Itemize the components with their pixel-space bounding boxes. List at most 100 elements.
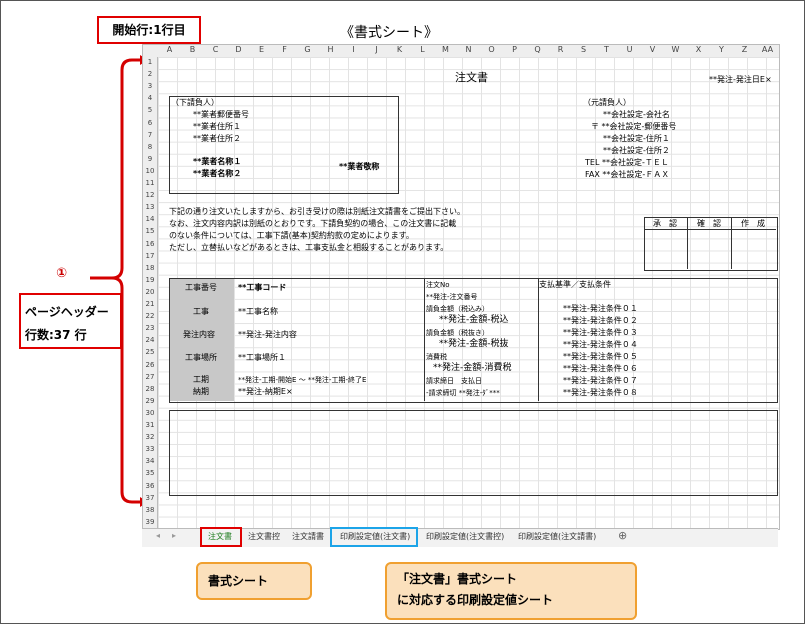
tab-order-receipt[interactable]: 注文請書 — [292, 531, 324, 542]
column-label[interactable]: C — [204, 45, 227, 54]
column-label[interactable]: X — [687, 45, 710, 54]
row-label[interactable]: 6 — [143, 119, 157, 127]
row-label[interactable]: 29 — [143, 397, 157, 405]
tab-scroll-right-icon[interactable]: ▸ — [172, 531, 176, 540]
callout2-line1: 「注文書」書式シート — [397, 572, 518, 586]
row-label[interactable]: 32 — [143, 433, 157, 441]
row-label[interactable]: 3 — [143, 82, 157, 90]
sub-name: **業者名称２ — [193, 169, 242, 178]
column-label[interactable]: V — [641, 45, 664, 54]
main-line: **会社設定-住所２ — [603, 146, 670, 155]
row-label[interactable]: 17 — [143, 252, 157, 260]
row-label[interactable]: 34 — [143, 457, 157, 465]
column-label[interactable]: A — [158, 45, 181, 54]
column-label[interactable]: AA — [756, 45, 779, 54]
sub-honorific: **業者敬称 — [339, 162, 380, 171]
column-label[interactable]: W — [664, 45, 687, 54]
add-sheet-icon[interactable]: ⊕ — [618, 529, 627, 542]
column-label[interactable]: O — [480, 45, 503, 54]
row-label[interactable]: 23 — [143, 324, 157, 332]
row-label[interactable]: 25 — [143, 348, 157, 356]
message-line: ただし、立替払いなどがあるときは、工事支払金と相殺することがあります。 — [169, 243, 449, 252]
column-label[interactable]: K — [388, 45, 411, 54]
row-label[interactable]: 27 — [143, 373, 157, 381]
column-label[interactable]: U — [618, 45, 641, 54]
row-header: 1 2 3 4 5 6 7 8 9 10 11 12 13 14 15 16 17 18 19 20 21 22 23 24 2… — [143, 57, 158, 529]
column-label[interactable]: H — [319, 45, 342, 54]
column-label[interactable]: M — [434, 45, 457, 54]
sub-label: （下請負人） — [171, 98, 219, 107]
column-label[interactable]: I — [342, 45, 365, 54]
message-line: 下記の通り注文いたしますから、お引き受けの際は別紙注文請書をご提出下さい。 — [169, 207, 465, 216]
tab-print-settings-copy[interactable]: 印刷設定値(注文書控) — [426, 531, 504, 542]
column-label[interactable]: N — [457, 45, 480, 54]
pay-line: **発注-発注条件０７ — [563, 376, 638, 385]
column-label[interactable]: S — [572, 45, 595, 54]
pay-line: **発注-発注条件０８ — [563, 388, 638, 397]
row-label[interactable]: 19 — [143, 276, 157, 284]
order-value: **工事名称 — [238, 307, 278, 316]
mid-value: **発注-金額-税抜 — [439, 339, 509, 349]
row-label[interactable]: 28 — [143, 385, 157, 393]
row-label[interactable]: 1 — [143, 58, 157, 66]
row-label[interactable]: 8 — [143, 143, 157, 151]
row-label[interactable]: 5 — [143, 106, 157, 114]
row-label[interactable]: 31 — [143, 421, 157, 429]
row-label[interactable]: 14 — [143, 215, 157, 223]
column-label[interactable]: P — [503, 45, 526, 54]
pay-line: **発注-発注条件０１ — [563, 304, 638, 313]
row-label[interactable]: 20 — [143, 288, 157, 296]
column-label[interactable]: Z — [733, 45, 756, 54]
column-label[interactable]: B — [181, 45, 204, 54]
order-label: 工事場所 — [185, 353, 217, 362]
column-label[interactable]: G — [296, 45, 319, 54]
column-label[interactable]: Q — [526, 45, 549, 54]
row-label[interactable]: 37 — [143, 494, 157, 502]
row-label[interactable]: 33 — [143, 445, 157, 453]
message-line: のない条件については、工事下請(基本)契約約款の定めによります。 — [169, 231, 414, 240]
column-label[interactable]: D — [227, 45, 250, 54]
callout2-line2: に対応する印刷設定値シート — [397, 593, 554, 607]
highlight-order-tab — [200, 527, 242, 547]
row-label[interactable]: 18 — [143, 264, 157, 272]
column-label[interactable]: L — [411, 45, 434, 54]
row-label[interactable]: 16 — [143, 240, 157, 248]
row-label[interactable]: 26 — [143, 361, 157, 369]
row-label[interactable]: 36 — [143, 482, 157, 490]
mid-value: -請求締切 **発注-ﾀﾞ*** — [426, 389, 500, 397]
row-label[interactable]: 7 — [143, 131, 157, 139]
row-label[interactable]: 22 — [143, 312, 157, 320]
row-label[interactable]: 15 — [143, 227, 157, 235]
column-label[interactable]: T — [595, 45, 618, 54]
spreadsheet: A B C D E F G H I J K L M N O P Q R S T U V W X Y Z AA 1 2 3 4 5 6 7 8 9 10… — [142, 44, 780, 530]
tab-scroll-left-icon[interactable]: ◂ — [156, 531, 160, 540]
row-label[interactable]: 10 — [143, 167, 157, 175]
row-label[interactable]: 35 — [143, 469, 157, 477]
order-value: **発注-工期-開始E ～ **発注-工期-終了E — [238, 376, 367, 384]
tab-order-copy[interactable]: 注文書控 — [248, 531, 280, 542]
column-label[interactable]: F — [273, 45, 296, 54]
column-label[interactable]: Y — [710, 45, 733, 54]
row-label[interactable]: 24 — [143, 336, 157, 344]
main-line: **会社設定-住所１ — [603, 134, 670, 143]
mid-value: **発注-金額-税込 — [439, 315, 509, 325]
row-label[interactable]: 11 — [143, 179, 157, 187]
page-title: 《書式シート》 — [340, 25, 438, 41]
sub-name: **業者名称１ — [193, 157, 242, 166]
row-label[interactable]: 13 — [143, 203, 157, 211]
pay-line: **発注-発注条件０２ — [563, 316, 638, 325]
row-label[interactable]: 38 — [143, 506, 157, 514]
row-label[interactable]: 21 — [143, 300, 157, 308]
row-label[interactable]: 30 — [143, 409, 157, 417]
column-label[interactable]: J — [365, 45, 388, 54]
column-label[interactable]: R — [549, 45, 572, 54]
stamp-confirm: 確 認 — [697, 219, 721, 228]
tab-print-settings-receipt[interactable]: 印刷設定値(注文請書) — [518, 531, 596, 542]
order-value: **発注-納期E× — [238, 387, 293, 396]
row-label[interactable]: 2 — [143, 70, 157, 78]
row-label[interactable]: 39 — [143, 518, 157, 526]
row-label[interactable]: 4 — [143, 94, 157, 102]
row-label[interactable]: 12 — [143, 191, 157, 199]
row-label[interactable]: 9 — [143, 155, 157, 163]
column-label[interactable]: E — [250, 45, 273, 54]
